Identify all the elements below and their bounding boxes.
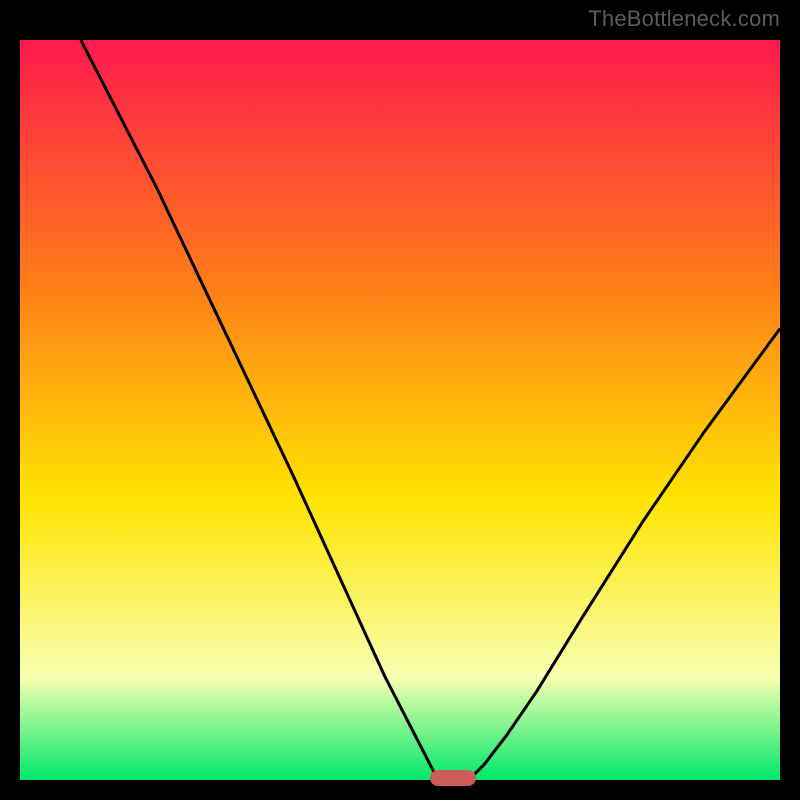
optimum-marker — [430, 770, 476, 786]
chart-svg — [20, 40, 780, 780]
attribution-label: TheBottleneck.com — [588, 6, 780, 32]
plot-area — [20, 40, 780, 780]
gradient-background — [20, 40, 780, 780]
chart-frame: TheBottleneck.com — [0, 0, 800, 800]
